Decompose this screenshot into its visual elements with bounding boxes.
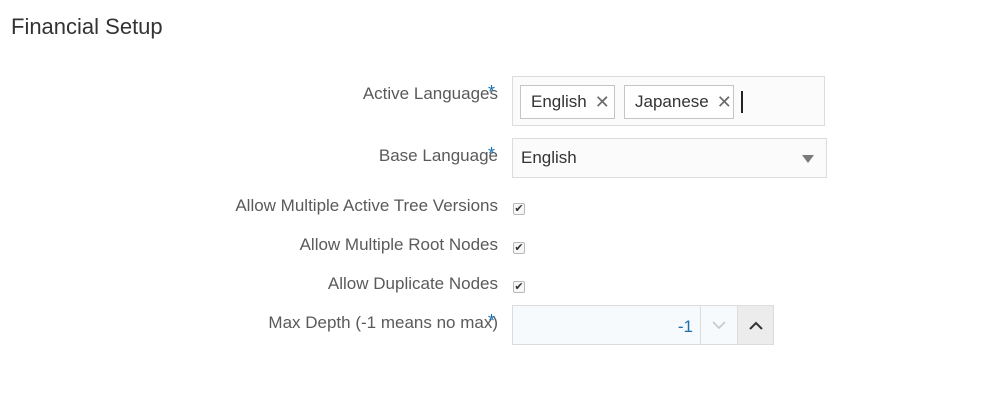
chevron-up-icon bbox=[748, 321, 763, 330]
active-languages-label: Active Languages bbox=[362, 84, 498, 103]
allow-multiple-root-nodes-checkbox[interactable]: ✔ bbox=[513, 242, 525, 254]
base-language-value: English bbox=[521, 148, 577, 167]
base-language-select[interactable]: English bbox=[512, 138, 827, 178]
max-depth-value: -1 bbox=[677, 317, 693, 336]
allow-multiple-active-tree-versions-label: Allow Multiple Active Tree Versions bbox=[235, 196, 498, 215]
language-tag-english: English ✕ bbox=[520, 85, 615, 119]
max-depth-label: Max Depth (-1 means no max) bbox=[268, 313, 498, 332]
language-tag-japanese: Japanese ✕ bbox=[624, 85, 734, 119]
max-depth-required-mark: * bbox=[488, 311, 496, 331]
base-language-label: Base Language bbox=[378, 146, 498, 165]
language-tag-label: English bbox=[531, 92, 587, 111]
allow-duplicate-nodes-checkbox[interactable]: ✔ bbox=[513, 281, 525, 293]
increment-button[interactable] bbox=[737, 306, 773, 344]
language-tag-label: Japanese bbox=[635, 92, 709, 111]
checkmark-icon: ✔ bbox=[514, 203, 524, 215]
checkmark-icon: ✔ bbox=[514, 242, 524, 254]
base-language-required-mark: * bbox=[488, 144, 496, 164]
allow-multiple-active-tree-versions-checkbox[interactable]: ✔ bbox=[513, 203, 525, 215]
caret-down-icon[interactable] bbox=[802, 155, 814, 163]
allow-duplicate-nodes-label: Allow Duplicate Nodes bbox=[327, 274, 498, 293]
max-depth-input[interactable]: -1 bbox=[512, 305, 774, 345]
close-icon[interactable]: ✕ bbox=[595, 93, 610, 111]
page-title: Financial Setup bbox=[11, 14, 163, 39]
decrement-button[interactable] bbox=[700, 306, 736, 344]
active-languages-required-mark: * bbox=[488, 82, 496, 102]
close-icon[interactable]: ✕ bbox=[717, 93, 732, 111]
allow-multiple-root-nodes-label: Allow Multiple Root Nodes bbox=[299, 235, 498, 254]
chevron-down-icon bbox=[711, 320, 726, 329]
active-languages-field[interactable]: English ✕ Japanese ✕ bbox=[512, 76, 825, 126]
text-cursor bbox=[741, 91, 743, 113]
checkmark-icon: ✔ bbox=[514, 281, 524, 293]
